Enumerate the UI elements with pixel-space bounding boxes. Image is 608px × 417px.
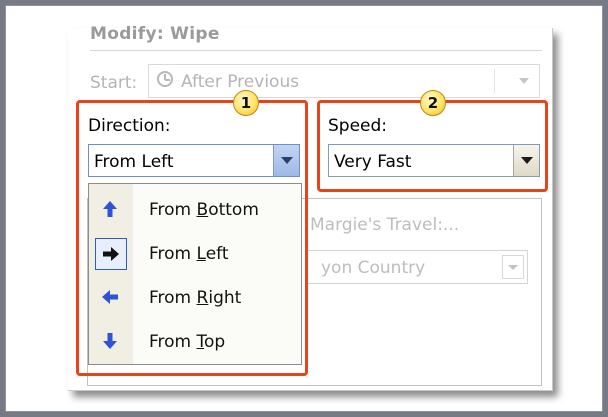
animation-list-item: Margie's Travel:...	[310, 215, 460, 235]
callout-badge-2: 2	[420, 90, 446, 116]
arrow-up-icon	[95, 194, 127, 226]
speed-dropdown-button[interactable]	[513, 145, 539, 176]
chevron-down-icon	[281, 157, 293, 164]
chevron-down-icon	[521, 157, 533, 164]
direction-dropdown-button[interactable]	[273, 145, 299, 176]
clock-icon	[157, 71, 173, 87]
menu-item-label: From Right	[149, 288, 242, 308]
arrow-left-icon	[95, 282, 127, 314]
menu-item-from-right[interactable]: From Right	[89, 278, 301, 318]
chevron-down-icon	[508, 265, 518, 270]
direction-label: Direction:	[88, 116, 171, 136]
speed-dropdown[interactable]: Very Fast	[328, 144, 540, 177]
arrow-down-icon	[95, 326, 127, 358]
menu-item-from-bottom[interactable]: From Bottom	[89, 190, 301, 230]
dropdown-separator	[494, 69, 495, 93]
menu-item-label: From Top	[149, 332, 226, 352]
arrow-right-icon	[95, 238, 127, 270]
start-label: Start:	[90, 73, 138, 93]
speed-value: Very Fast	[334, 152, 412, 172]
direction-value: From Left	[94, 152, 174, 172]
menu-item-label: From Bottom	[149, 200, 259, 220]
menu-item-label: From Left	[149, 244, 229, 264]
panel-title: Modify: Wipe	[90, 24, 220, 44]
chevron-down-icon[interactable]	[519, 78, 529, 84]
menu-item-from-left[interactable]: From Left	[89, 234, 301, 274]
callout-badge-1: 1	[233, 90, 259, 116]
start-dropdown[interactable]: After Previous	[148, 64, 540, 98]
direction-dropdown[interactable]: From Left	[88, 144, 300, 177]
menu-item-from-top[interactable]: From Top	[89, 322, 301, 362]
title-divider	[90, 50, 542, 51]
animation-item-dropdown: yon Country	[305, 250, 528, 284]
speed-label: Speed:	[328, 116, 388, 136]
start-value: After Previous	[181, 72, 300, 92]
dropdown-button	[502, 255, 524, 279]
direction-menu: From Bottom From Left From Right From To…	[88, 183, 302, 365]
animation-item-value: yon Country	[321, 258, 426, 278]
